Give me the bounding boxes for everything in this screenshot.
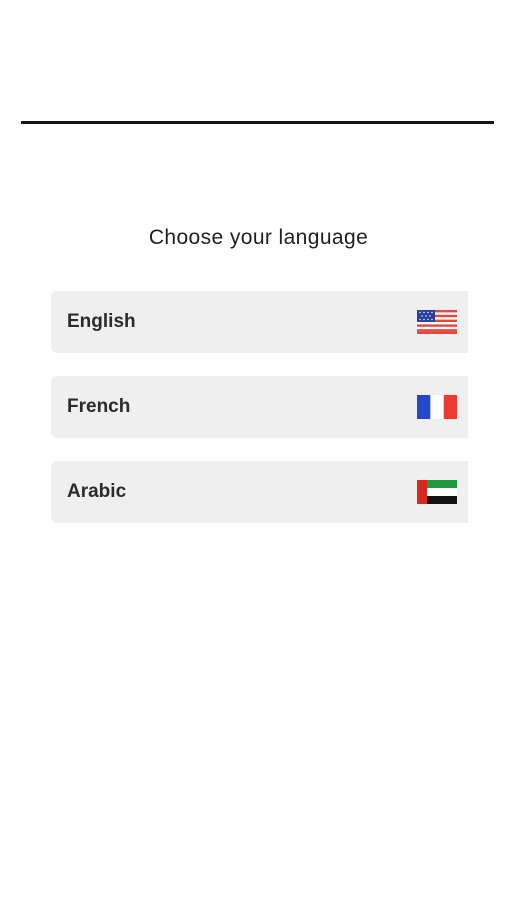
fr-flag-icon <box>417 395 457 419</box>
language-option-english[interactable]: English <box>51 291 468 353</box>
language-label: Arabic <box>67 481 127 502</box>
us-flag-icon <box>417 310 457 334</box>
ae-flag-icon <box>417 480 457 504</box>
language-label: English <box>67 311 136 332</box>
header-divider <box>21 121 494 124</box>
page-title: Choose your language <box>148 226 369 249</box>
language-option-french[interactable]: French <box>51 376 468 438</box>
language-option-arabic[interactable]: Arabic <box>51 461 468 523</box>
language-list: English French Arabic <box>51 291 468 546</box>
language-label: French <box>67 396 131 417</box>
